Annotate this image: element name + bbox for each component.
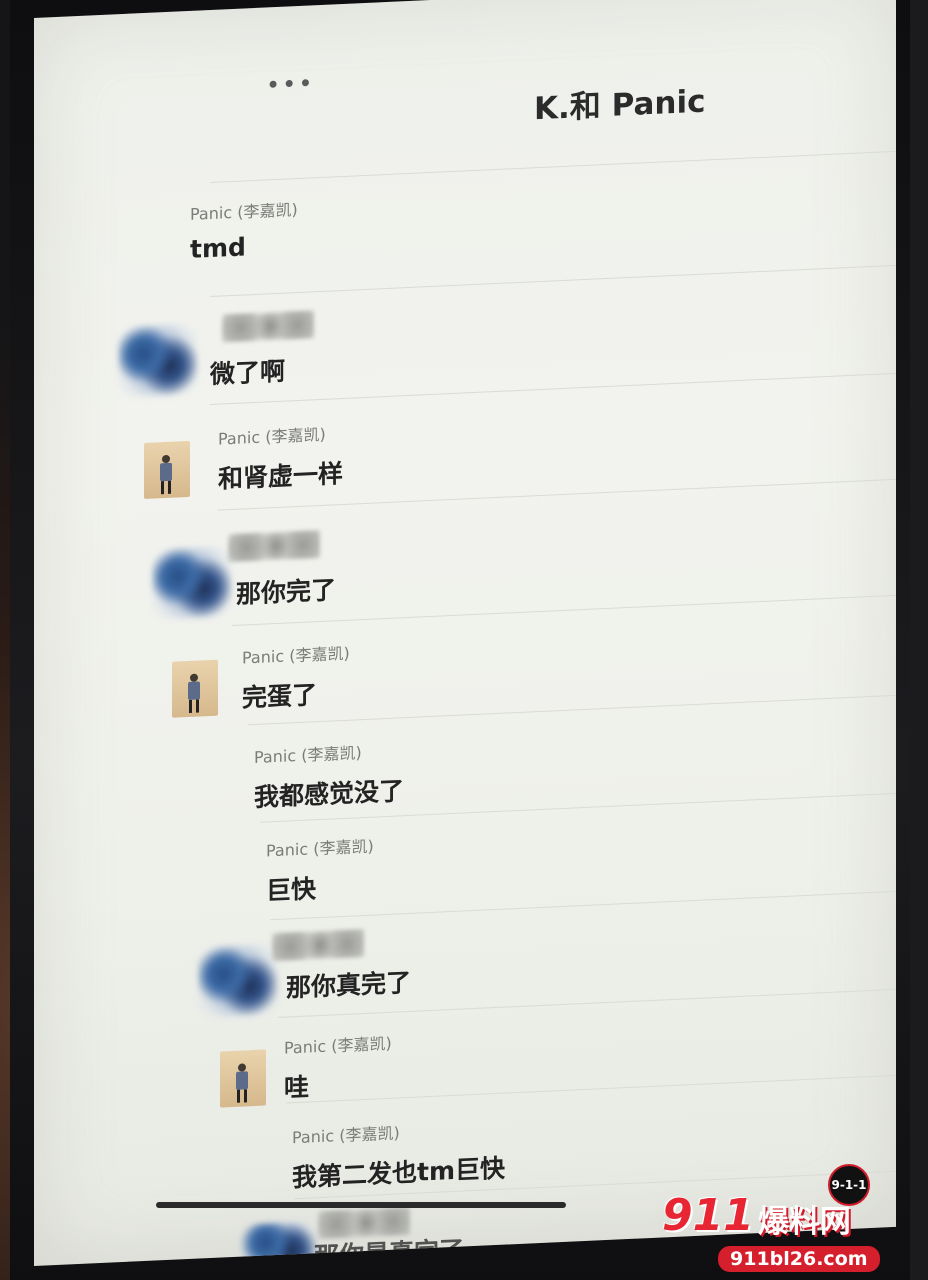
message-sender: Panic (李嘉凯) xyxy=(266,836,374,861)
blurred-avatar xyxy=(198,942,278,1019)
message-sender: Panic (李嘉凯) xyxy=(190,200,298,224)
watermark-url: 911bl26.com xyxy=(718,1246,880,1272)
message-5: Panic (李嘉凯) 完蛋了 xyxy=(242,640,350,715)
ellipsis-icon[interactable]: ••• xyxy=(266,69,314,99)
blurred-avatar xyxy=(118,322,198,399)
message-9: Panic (李嘉凯) 哇 xyxy=(284,1030,392,1105)
divider xyxy=(210,264,896,298)
blurred-name xyxy=(222,310,314,343)
message-2: 微了啊 xyxy=(210,352,285,391)
avatar-legs xyxy=(237,1089,247,1103)
avatar-body xyxy=(160,462,172,482)
avatar[interactable] xyxy=(220,1049,266,1108)
divider xyxy=(210,150,896,184)
watermark-logo: 9-1-1 911 爆料网 911bl26.com xyxy=(662,1164,908,1274)
chat-title: K.和 Panic xyxy=(534,83,706,128)
avatar-body xyxy=(188,681,200,701)
blurred-name xyxy=(272,929,364,962)
avatar-body xyxy=(236,1071,248,1090)
message-sender: Panic (李嘉凯) xyxy=(254,743,362,768)
avatar[interactable] xyxy=(172,659,218,718)
message-text: 巨快 xyxy=(266,874,317,906)
message-text: tmd xyxy=(190,232,246,264)
message-10: Panic (李嘉凯) 我第二发也tm巨快 xyxy=(292,1115,505,1195)
message-1: Panic (李嘉凯) tmd xyxy=(190,196,298,264)
watermark-number: 911 xyxy=(662,1190,754,1241)
divider xyxy=(210,372,896,406)
message-sender: Panic (李嘉凯) xyxy=(218,424,326,449)
message-sender: Panic (李嘉凯) xyxy=(242,643,350,668)
message-sender: Panic (李嘉凯) xyxy=(292,1123,400,1148)
avatar[interactable] xyxy=(144,440,190,500)
message-text: 那你完了 xyxy=(236,575,337,609)
message-text: 完蛋了 xyxy=(242,680,318,713)
blurred-name xyxy=(228,530,320,563)
message-4: 那你完了 xyxy=(236,570,336,611)
message-7: Panic (李嘉凯) 巨快 xyxy=(266,833,374,908)
message-3: Panic (李嘉凯) 和肾虚一样 xyxy=(218,420,343,496)
message-6: Panic (李嘉凯) 我都感觉没了 xyxy=(254,737,404,814)
message-text: 微了啊 xyxy=(210,356,286,390)
message-text: 那你真完了 xyxy=(286,967,412,1003)
blurred-avatar xyxy=(152,545,232,621)
avatar-legs xyxy=(161,480,171,495)
avatar-legs xyxy=(189,699,199,713)
message-text: 和肾虚一样 xyxy=(218,458,344,494)
chat-screen: ••• K.和 Panic Panic (李嘉凯) tmd 微了啊 Panic … xyxy=(34,0,896,1266)
watermark-label: 爆料网 xyxy=(757,1204,851,1240)
watermark-main: 911 爆料网 xyxy=(662,1190,851,1241)
message-text: 我都感觉没了 xyxy=(254,776,405,813)
message-sender: Panic (李嘉凯) xyxy=(284,1033,392,1058)
photo-background: ••• K.和 Panic Panic (李嘉凯) tmd 微了啊 Panic … xyxy=(0,0,928,1280)
message-text: 我第二发也tm巨快 xyxy=(292,1153,506,1193)
message-8: 那你真完了 xyxy=(286,963,411,1005)
home-indicator[interactable] xyxy=(156,1202,566,1208)
